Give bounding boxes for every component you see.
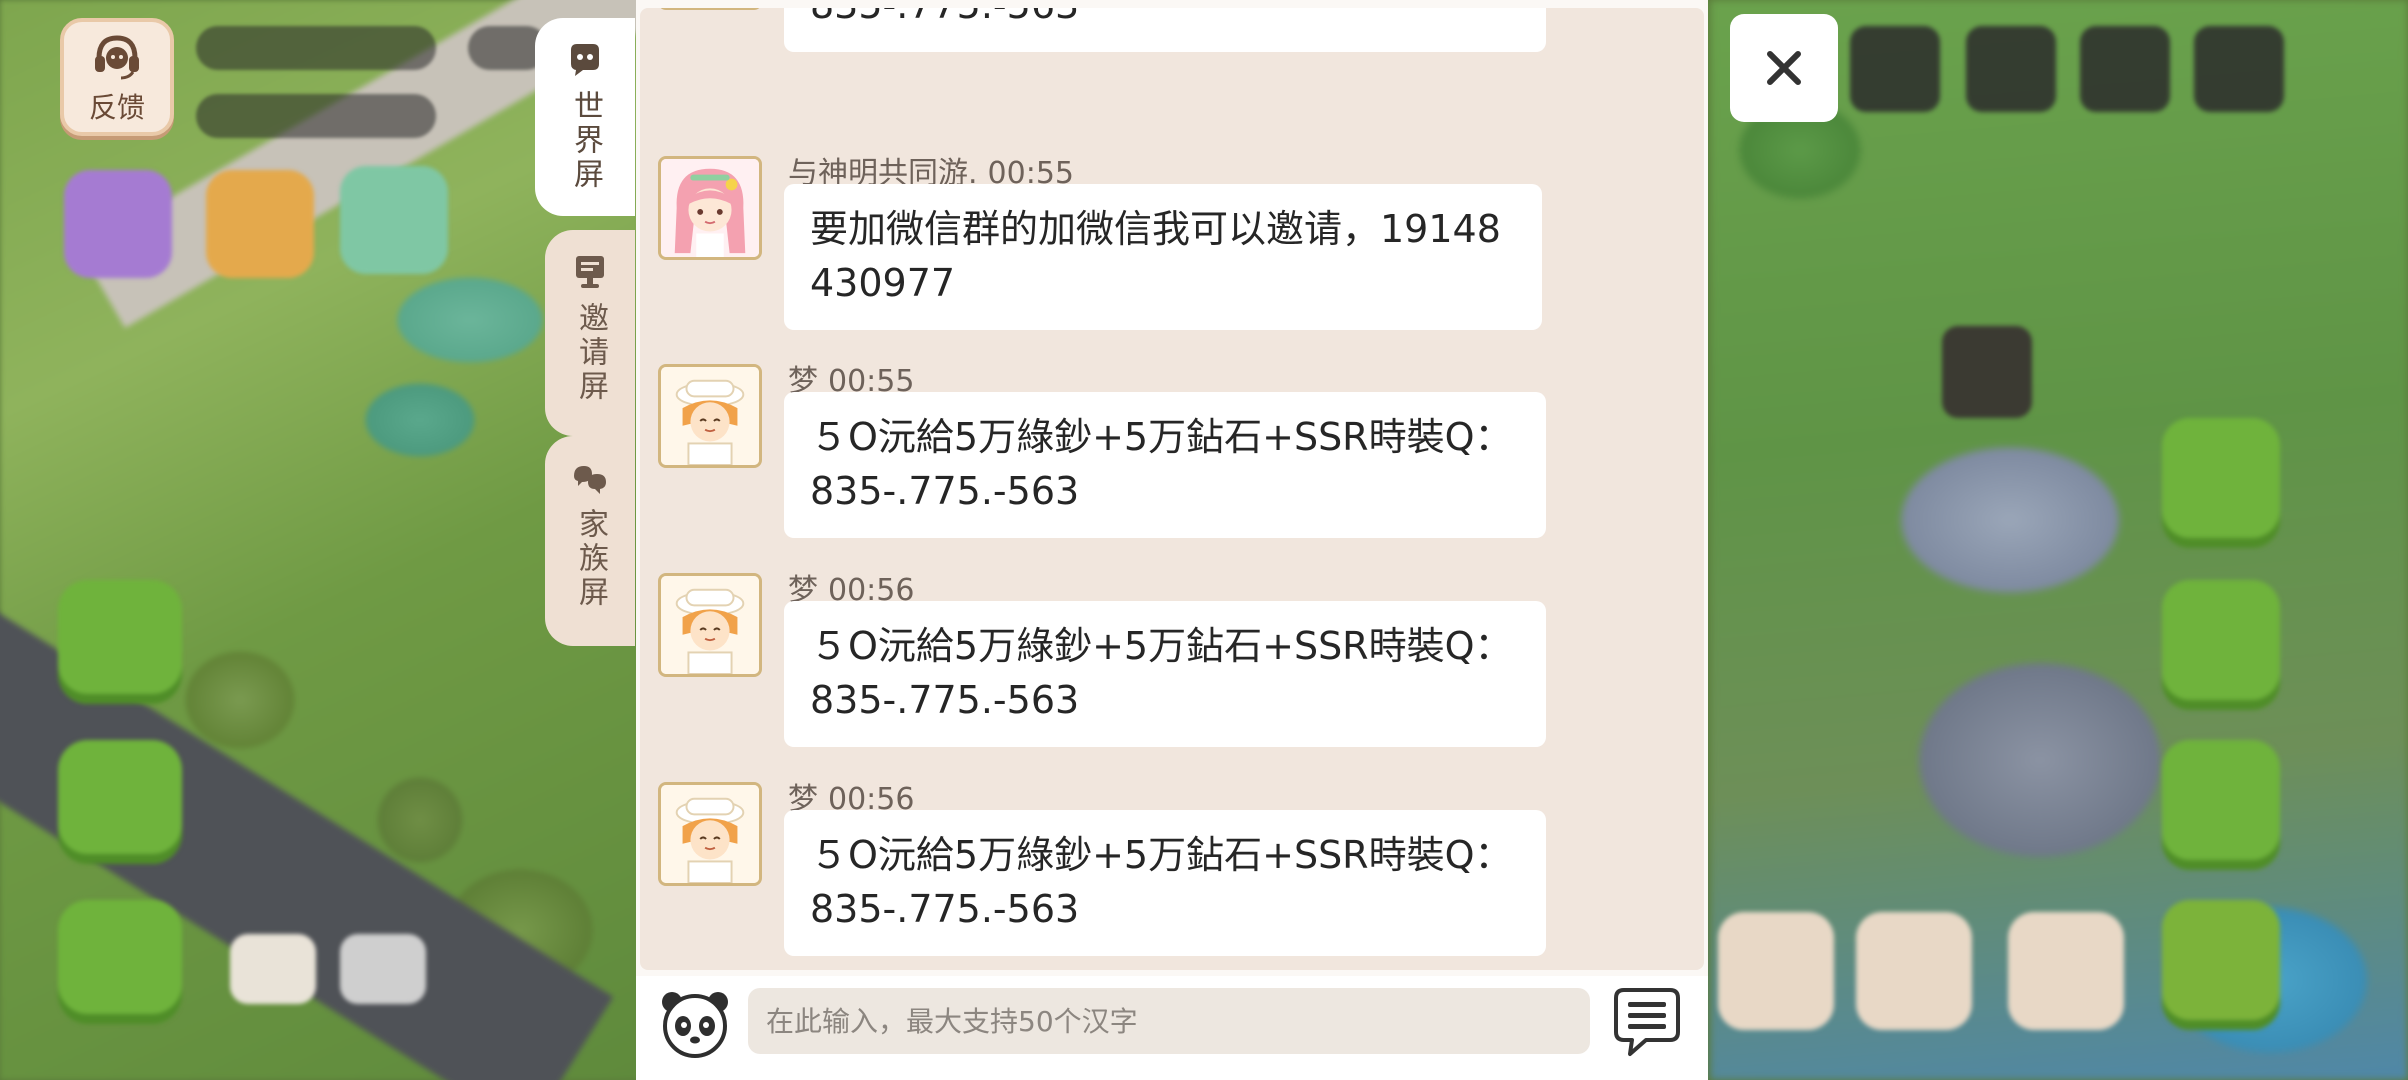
tab-invite-screen[interactable]: 邀请屏: [545, 230, 635, 436]
close-button[interactable]: [1730, 14, 1838, 122]
message-bubble[interactable]: ５O沅給5万綠鈔+5万鉆石+SSR時裝Q：835-.775.-563: [784, 601, 1546, 747]
tab-label: 家族屏: [573, 508, 608, 610]
message-list[interactable]: ５O沅給5万綠鈔+5万鉆石+SSR時裝Q：835-.775.-563 与神明共同…: [640, 8, 1704, 970]
right-action-3[interactable]: [2162, 740, 2280, 870]
tab-world-screen[interactable]: 世界屏: [535, 18, 635, 216]
orange-hair-chef-avatar[interactable]: [658, 573, 762, 677]
event-icon-2[interactable]: [206, 170, 314, 278]
panda-emoji-icon[interactable]: [658, 986, 732, 1060]
chat-input-bar: [636, 976, 1708, 1080]
settings-icon[interactable]: [2194, 26, 2284, 112]
event-icon-3[interactable]: [340, 166, 448, 274]
close-icon: [1767, 51, 1801, 85]
right-action-4[interactable]: [2162, 900, 2280, 1030]
mail-icon[interactable]: [1966, 26, 2056, 112]
right-action-1[interactable]: [2162, 418, 2280, 548]
bottom-menu-3[interactable]: [2008, 912, 2124, 1030]
headset-icon: [95, 35, 139, 80]
bottom-menu-2[interactable]: [1856, 912, 1972, 1030]
build-button[interactable]: [58, 740, 182, 864]
building-icon[interactable]: [1850, 26, 1940, 112]
tips-button[interactable]: [230, 934, 316, 1004]
message-list-icon[interactable]: [1606, 982, 1688, 1064]
chat-panel: ５O沅給5万綠鈔+5万鉆石+SSR時裝Q：835-.775.-563 与神明共同…: [636, 0, 1708, 1080]
tab-family-screen[interactable]: 家族屏: [545, 436, 635, 646]
level-button[interactable]: [58, 900, 182, 1024]
energy-counter: [196, 94, 436, 138]
bottom-menu-1[interactable]: [1718, 912, 1834, 1030]
camera-icon[interactable]: [2080, 26, 2170, 112]
panda-button[interactable]: [340, 934, 426, 1004]
message-bubble[interactable]: ５O沅給5万綠鈔+5万鉆石+SSR時裝Q：835-.775.-563: [784, 392, 1546, 538]
location-pin-icon[interactable]: [1942, 326, 2032, 418]
event-icon-1[interactable]: [64, 170, 172, 278]
quest-button[interactable]: [58, 580, 182, 704]
right-action-2[interactable]: [2162, 580, 2280, 710]
gold-counter: [196, 26, 436, 70]
message-bubble[interactable]: ５O沅給5万綠鈔+5万鉆石+SSR時裝Q：835-.775.-563: [784, 810, 1546, 956]
chat-message-input[interactable]: [748, 988, 1590, 1054]
feedback-label: 反馈: [88, 91, 145, 124]
orange-hair-chef-avatar[interactable]: [658, 364, 762, 468]
pink-hair-girl-avatar[interactable]: [658, 156, 762, 260]
family-icon: [574, 466, 606, 494]
orange-hair-chef-avatar[interactable]: [658, 8, 762, 10]
feedback-button[interactable]: 反馈: [60, 18, 174, 136]
tab-label: 邀请屏: [573, 302, 608, 404]
message-bubble[interactable]: ５O沅給5万綠鈔+5万鉆石+SSR時裝Q：835-.775.-563: [784, 8, 1546, 52]
monitor-icon: [576, 256, 604, 288]
chat-bubble-icon: [571, 44, 599, 76]
tab-label: 世界屏: [568, 90, 603, 192]
message-bubble[interactable]: 要加微信群的加微信我可以邀请，19148430977: [784, 184, 1542, 330]
orange-hair-chef-avatar[interactable]: [658, 782, 762, 886]
